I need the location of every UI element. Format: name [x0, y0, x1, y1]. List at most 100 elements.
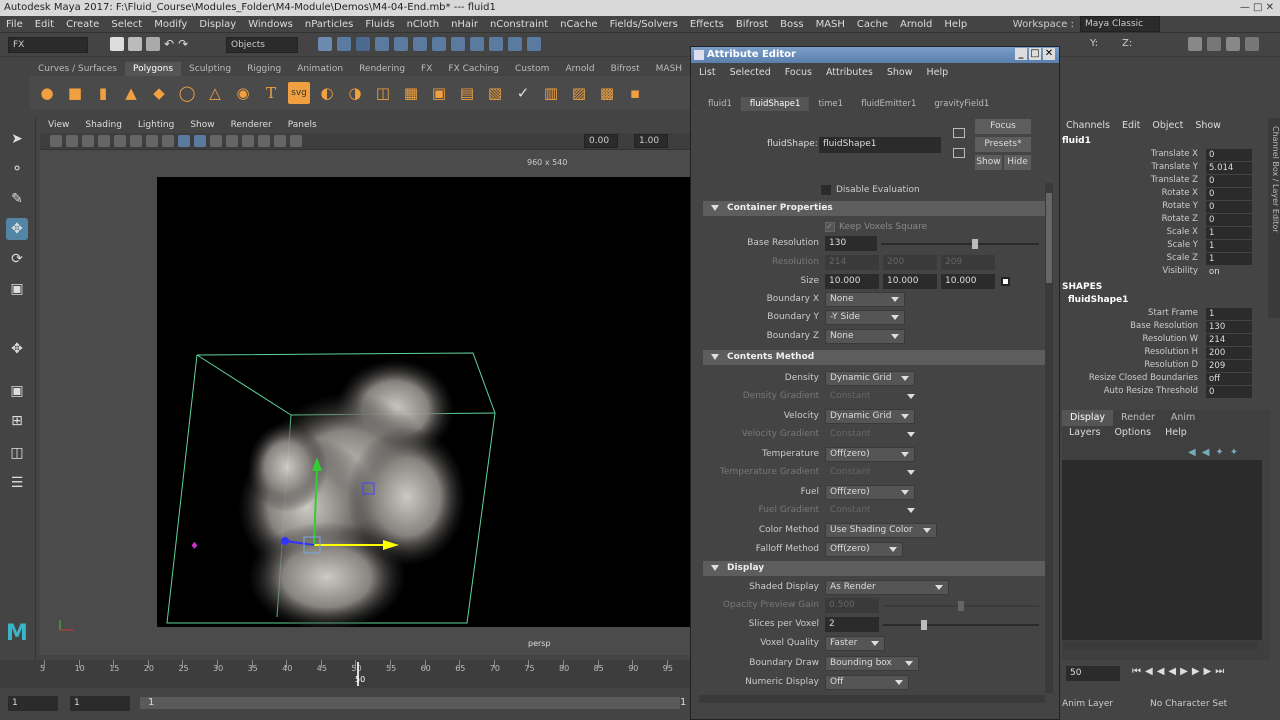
poly-cube-icon[interactable]: ■ — [64, 82, 86, 104]
snap-curve-icon[interactable] — [394, 37, 408, 51]
menu-fields-solvers[interactable]: Fields/Solvers — [604, 19, 684, 30]
shelf-tab-arnold[interactable]: Arnold — [557, 62, 602, 76]
attribute-editor-title-bar[interactable]: Attribute Editor _ □ ✕ — [691, 47, 1059, 63]
menu-fluids[interactable]: Fluids — [359, 19, 400, 30]
go-input-icon[interactable] — [953, 128, 965, 138]
bookmark-icon[interactable] — [82, 135, 94, 147]
cb-row[interactable]: Scale X1 — [1060, 227, 1260, 240]
mirror-icon[interactable]: ◫ — [372, 82, 394, 104]
step-back-icon[interactable]: ◀ — [1157, 666, 1165, 677]
cb-row[interactable]: Resolution H 200 — [1060, 347, 1260, 360]
exposure-field[interactable]: 0.00 — [584, 134, 618, 148]
viewport-menu-shading[interactable]: Shading — [77, 118, 130, 133]
ae-scroll-thumb[interactable] — [1046, 193, 1052, 283]
tab-render-layers[interactable]: Render — [1113, 410, 1163, 426]
move-tool-icon[interactable]: ✥ — [6, 218, 28, 240]
cb-row[interactable]: Rotate Z0 — [1060, 214, 1260, 227]
base-resolution-slider[interactable] — [881, 239, 1039, 249]
slices-per-voxel-knob[interactable] — [921, 620, 927, 630]
cb-row[interactable]: Auto Resize Threshold 0 — [1060, 386, 1260, 399]
menuset-dropdown[interactable]: FX — [8, 37, 88, 53]
menu-nhair[interactable]: nHair — [445, 19, 484, 30]
camera-select-icon[interactable] — [50, 135, 62, 147]
xray-icon[interactable] — [290, 135, 302, 147]
ae-menu-attributes[interactable]: Attributes — [826, 67, 873, 78]
velocity-dropdown[interactable]: Dynamic Grid — [825, 409, 915, 424]
cb-row[interactable]: Scale Y1 — [1060, 240, 1260, 253]
cb-row[interactable]: Base Resolution 130 — [1060, 321, 1260, 334]
menu-ncache[interactable]: nCache — [554, 19, 603, 30]
component-mode-icon[interactable] — [356, 37, 370, 51]
boundary-draw-dropdown[interactable]: Bounding box — [825, 656, 919, 671]
ae-menu-list[interactable]: List — [699, 67, 716, 78]
tab-fluidemitter1[interactable]: fluidEmitter1 — [852, 97, 925, 111]
layers-menu-help[interactable]: Help — [1165, 427, 1187, 441]
workspace-dropdown[interactable]: Maya Classic — [1080, 16, 1160, 32]
tab-anim-layers[interactable]: Anim — [1163, 410, 1203, 426]
undo-icon[interactable]: ↶ — [164, 37, 174, 51]
tab-display-layers[interactable]: Display — [1062, 410, 1114, 426]
density-dropdown[interactable]: Dynamic Grid — [825, 371, 915, 386]
viewport-menu-show[interactable]: Show — [182, 118, 222, 133]
menu-file[interactable]: File — [0, 19, 29, 30]
last-tool-icon[interactable]: ✥ — [6, 338, 28, 360]
cb-shape-name[interactable]: fluidShape1 — [1068, 295, 1128, 305]
ae-horizontal-scrollbar[interactable] — [699, 695, 1045, 703]
selection-mode-dropdown[interactable]: Objects — [226, 37, 298, 53]
bridge-icon[interactable]: ▧ — [484, 82, 506, 104]
boundary-x-dropdown[interactable]: None — [825, 292, 905, 307]
extrude-icon[interactable]: ▣ — [428, 82, 450, 104]
cb-menu-channels[interactable]: Channels — [1066, 118, 1110, 133]
cb-row[interactable]: Resize Closed Boundaries off — [1060, 373, 1260, 386]
step-forward-icon[interactable]: ▶ — [1192, 666, 1200, 677]
node-name-field[interactable]: fluidShape1 — [819, 137, 941, 153]
shelf-tab-sculpting[interactable]: Sculpting — [181, 62, 239, 76]
multicut-icon[interactable]: ✓ — [512, 82, 534, 104]
poly-cylinder-icon[interactable]: ▮ — [92, 82, 114, 104]
ao-icon[interactable] — [258, 135, 270, 147]
wireframe-icon[interactable] — [178, 135, 190, 147]
cb-row[interactable]: Start Frame 1 — [1060, 308, 1260, 321]
lights-icon[interactable] — [226, 135, 238, 147]
new-scene-icon[interactable] — [110, 37, 124, 51]
tab-fluidshape1[interactable]: fluidShape1 — [740, 97, 810, 111]
anim-layer-label[interactable]: Anim Layer — [1062, 699, 1113, 709]
uv-editor-icon[interactable]: ▨ — [568, 82, 590, 104]
cb-row[interactable]: Resolution D 209 — [1060, 360, 1260, 373]
menu-mash[interactable]: MASH — [810, 19, 851, 30]
boundary-z-dropdown[interactable]: None — [825, 329, 905, 344]
cb-row[interactable]: Scale Z1 — [1060, 253, 1260, 266]
menu-create[interactable]: Create — [60, 19, 105, 30]
step-forward-key-icon[interactable]: ▶ — [1204, 666, 1212, 677]
disable-evaluation-checkbox[interactable] — [821, 185, 831, 195]
menu-select[interactable]: Select — [105, 19, 148, 30]
cb-menu-object[interactable]: Object — [1152, 118, 1183, 133]
fuel-dropdown[interactable]: Off(zero) — [825, 485, 915, 500]
shelf-tab-mash[interactable]: MASH — [648, 62, 690, 76]
menu-arnold[interactable]: Arnold — [894, 19, 938, 30]
ae-menu-show[interactable]: Show — [887, 67, 913, 78]
character-set-label[interactable]: No Character Set — [1150, 699, 1227, 709]
menu-edit[interactable]: Edit — [29, 19, 60, 30]
cb-row[interactable]: Visibility on — [1060, 266, 1260, 279]
playback-start-field[interactable]: 1 — [70, 696, 130, 711]
poly-type-icon[interactable]: T — [260, 82, 282, 104]
menu-effects[interactable]: Effects — [684, 19, 730, 30]
shelf-tab-rigging[interactable]: Rigging — [239, 62, 289, 76]
channel-box-icon[interactable] — [1245, 37, 1259, 51]
single-view-icon[interactable]: ▣ — [6, 380, 28, 402]
menu-boss[interactable]: Boss — [774, 19, 809, 30]
section-contents-method[interactable]: Contents Method — [703, 350, 1045, 365]
cb-row[interactable]: Rotate X0 — [1060, 188, 1260, 201]
ipr-icon[interactable] — [527, 37, 541, 51]
shelf-tab-custom[interactable]: Custom — [507, 62, 557, 76]
ae-menu-help[interactable]: Help — [926, 67, 948, 78]
range-bar[interactable] — [140, 697, 680, 709]
shadows-icon[interactable] — [242, 135, 254, 147]
lock-icon[interactable] — [470, 37, 484, 51]
menu-help[interactable]: Help — [938, 19, 973, 30]
select-tool-icon[interactable]: ➤ — [6, 128, 28, 150]
play-back-icon[interactable]: ◀ — [1168, 666, 1176, 677]
menu-nconstraint[interactable]: nConstraint — [484, 19, 554, 30]
size-z-field[interactable]: 10.000 — [941, 274, 995, 289]
